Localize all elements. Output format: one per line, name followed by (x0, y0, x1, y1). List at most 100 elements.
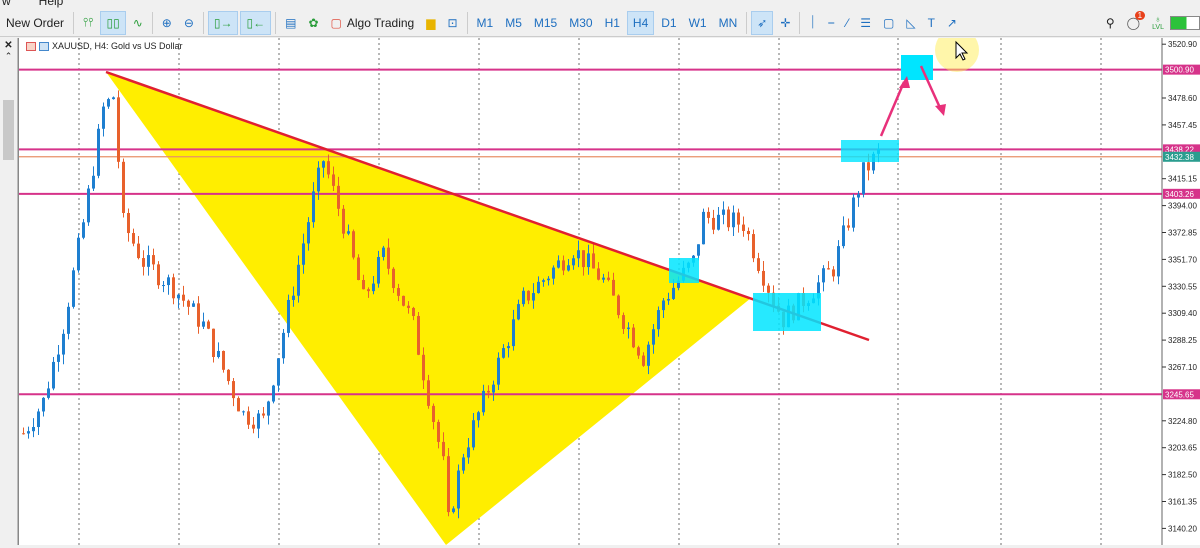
candle-body (492, 384, 495, 393)
candle-body (412, 307, 415, 316)
auto-scroll-icon: ▯→ (213, 15, 233, 30)
zoom-in-button[interactable]: ⊕ (157, 11, 177, 35)
scrollbar[interactable] (3, 100, 14, 160)
level-price-label: 3500.90 (1165, 66, 1194, 75)
bar-chart-button[interactable]: ⫯⫯ (78, 11, 98, 35)
y-tick-label: 3372.85 (1168, 229, 1197, 238)
triangle-pattern[interactable] (106, 72, 751, 545)
candle-body (292, 295, 295, 300)
timeframe-h4[interactable]: H4 (626, 10, 655, 35)
timeframe-m30[interactable]: M30 (564, 11, 597, 35)
settings-button[interactable]: ✿ (303, 11, 323, 35)
connection-indicator (1170, 15, 1200, 30)
line-chart-button[interactable]: ∿ (128, 11, 148, 35)
timeframe-w1[interactable]: W1 (684, 11, 712, 35)
candle-body (122, 161, 125, 213)
timeframe-mn[interactable]: MN (714, 11, 743, 35)
timeframe-d1[interactable]: D1 (656, 11, 681, 35)
signal-icon: ♁ (1154, 14, 1162, 24)
vertical-line-button[interactable]: ⏐ (804, 11, 821, 35)
resistance-box[interactable] (841, 140, 899, 162)
candle-body (602, 277, 605, 280)
folder-icon: ▆ (426, 15, 436, 30)
candle-body (487, 390, 490, 393)
crosshair-button[interactable]: ✛ (775, 11, 795, 35)
channel-button[interactable]: ☰ (855, 11, 876, 35)
candle-body (327, 161, 330, 175)
notification-badge: 1 (1134, 10, 1146, 20)
menu-view[interactable]: w (2, 0, 11, 8)
candle-body (127, 212, 130, 234)
gear-icon: ✿ (308, 15, 319, 30)
candle-body (42, 397, 45, 412)
target-box[interactable] (901, 55, 933, 80)
candle-body (477, 412, 480, 421)
timeframe-m1[interactable]: M1 (472, 11, 499, 35)
new-order-button[interactable]: New Order (1, 11, 69, 35)
trendline-icon: ⁄ (846, 15, 849, 30)
chart-type-icon[interactable] (39, 41, 49, 51)
trendline-button[interactable]: ⁄ (841, 11, 853, 35)
horizontal-line-icon: ⎯ (828, 15, 835, 29)
text-button[interactable]: T (923, 11, 940, 35)
retest-box[interactable] (753, 293, 821, 331)
triangle-button[interactable]: ◺ (901, 11, 920, 35)
rectangle-button[interactable]: ▢ (878, 11, 899, 35)
candle-body (307, 222, 310, 244)
arrow-icon: ↗ (946, 15, 957, 30)
candle-body (617, 295, 620, 316)
arrow-up[interactable] (879, 81, 906, 137)
chart-title: XAUUSD, H4: Gold vs US Dollar (52, 41, 183, 51)
candle-body (337, 185, 340, 209)
candle-body (667, 298, 670, 301)
screenshot-button[interactable]: ⊡ (442, 11, 462, 35)
timeframe-h1[interactable]: H1 (600, 11, 625, 35)
candle-body (462, 457, 465, 471)
zoom-out-button[interactable]: ⊖ (179, 11, 199, 35)
candle-body (367, 289, 370, 292)
templates-button[interactable]: ▤ (280, 11, 301, 35)
chart-list-icon[interactable] (26, 41, 36, 51)
price-chart[interactable]: 3520.90 3478.60 3457.45 3415.15 3394.00 3372.… (18, 28, 1200, 545)
candle-body (347, 231, 350, 234)
window-icon: ▤ (285, 15, 297, 30)
menu-help[interactable]: Help (39, 0, 64, 8)
candle-body (197, 303, 200, 327)
notifications-button[interactable]: ◯ 1 (1122, 10, 1146, 35)
candle-body (587, 253, 590, 268)
candle-body (297, 264, 300, 296)
candle-body (87, 188, 90, 223)
candle-body (612, 279, 615, 296)
auto-scroll-button[interactable]: ▯→ (207, 10, 239, 35)
candle-body (392, 268, 395, 289)
candle-body (27, 431, 30, 434)
breakout-box[interactable] (669, 258, 699, 283)
arrow-button[interactable]: ↗ (942, 11, 962, 35)
close-icon[interactable]: ✕ (0, 40, 17, 51)
separator (799, 11, 801, 34)
chart-shift-button[interactable]: ▯← (240, 10, 272, 35)
folder-button[interactable]: ▆ (421, 11, 440, 35)
algo-trading-label: Algo Trading (346, 15, 415, 30)
candle-body (572, 258, 575, 266)
candle-body (107, 99, 110, 107)
navigator-panel-strip: ✕ ⌃ (0, 38, 18, 545)
candle-body (357, 257, 360, 281)
y-tick-label: 3520.90 (1168, 40, 1197, 49)
chart-canvas[interactable]: 3520.90 3478.60 3457.45 3415.15 3394.00 3372.… (19, 28, 1200, 545)
cursor-button[interactable]: ➶ (751, 10, 774, 35)
scroll-up-icon[interactable]: ⌃ (0, 51, 17, 62)
lvl-button[interactable]: ♁ LVL (1147, 11, 1169, 35)
y-tick-label: 3457.45 (1168, 121, 1197, 130)
candlestick-chart-button[interactable]: ▯▯ (100, 10, 126, 35)
timeframe-m5[interactable]: M5 (500, 11, 527, 35)
candle-body (702, 211, 705, 245)
y-tick-label: 3140.20 (1168, 524, 1197, 533)
candle-body (217, 350, 220, 357)
candle-body (132, 233, 135, 244)
candle-body (727, 209, 730, 228)
algo-trading-button[interactable]: ▢ Algo Trading (326, 11, 420, 35)
timeframe-m15[interactable]: M15 (529, 11, 562, 35)
search-button[interactable]: ⚲ (1101, 11, 1120, 35)
horizontal-line-button[interactable]: ⎯ (823, 11, 839, 35)
